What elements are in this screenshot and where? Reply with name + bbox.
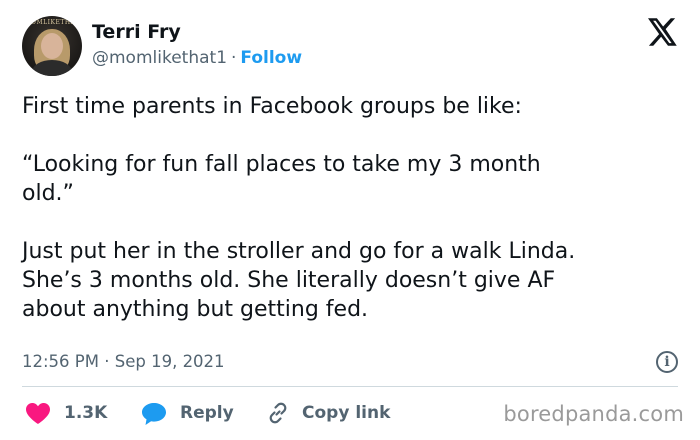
reply-label: Reply	[180, 403, 234, 423]
tweet-card: MOMLIKETHAT Terri Fry @momlikethat1 · Foll…	[0, 0, 700, 440]
copy-link-label: Copy link	[302, 403, 391, 423]
speech-bubble-icon	[142, 403, 166, 425]
tweet-date[interactable]: Sep 19, 2021	[115, 352, 225, 371]
avatar[interactable]: MOMLIKETHAT	[22, 16, 82, 76]
tweet-text: First time parents in Facebook groups be…	[22, 92, 682, 324]
divider	[22, 386, 678, 387]
tweet-header: MOMLIKETHAT Terri Fry @momlikethat1 · Foll…	[22, 14, 682, 80]
tweet-line: “Looking for fun fall places to take my …	[22, 152, 541, 177]
x-logo-icon[interactable]	[648, 18, 678, 46]
link-icon	[269, 402, 287, 424]
heart-icon	[26, 403, 50, 424]
handle-row: @momlikethat1 · Follow	[92, 46, 302, 70]
handle-separator: ·	[231, 48, 237, 68]
watermark: boredpanda.com	[503, 402, 684, 426]
tweet-line: old.”	[22, 181, 74, 206]
follow-button[interactable]: Follow	[240, 48, 302, 68]
author-handle[interactable]: @momlikethat1	[92, 48, 227, 68]
author-display-name[interactable]: Terri Fry	[92, 20, 302, 44]
tweet-line: First time parents in Facebook groups be…	[22, 94, 522, 119]
tweet-line: She’s 3 months old. She literally doesn’…	[22, 268, 556, 293]
meta-separator: ·	[104, 352, 110, 371]
avatar-brand-text: MOMLIKETHAT	[24, 19, 80, 26]
author-block: Terri Fry @momlikethat1 · Follow	[92, 20, 302, 70]
tweet-line: about anything but getting fed.	[22, 297, 369, 322]
avatar-face	[41, 33, 63, 59]
tweet-time[interactable]: 12:56 PM	[22, 352, 99, 371]
info-icon[interactable]: i	[656, 351, 678, 373]
tweet-line: Just put her in the stroller and go for …	[22, 239, 576, 264]
like-count: 1.3K	[64, 403, 108, 423]
tweet-meta: 12:56 PM · Sep 19, 2021 i	[22, 348, 682, 376]
